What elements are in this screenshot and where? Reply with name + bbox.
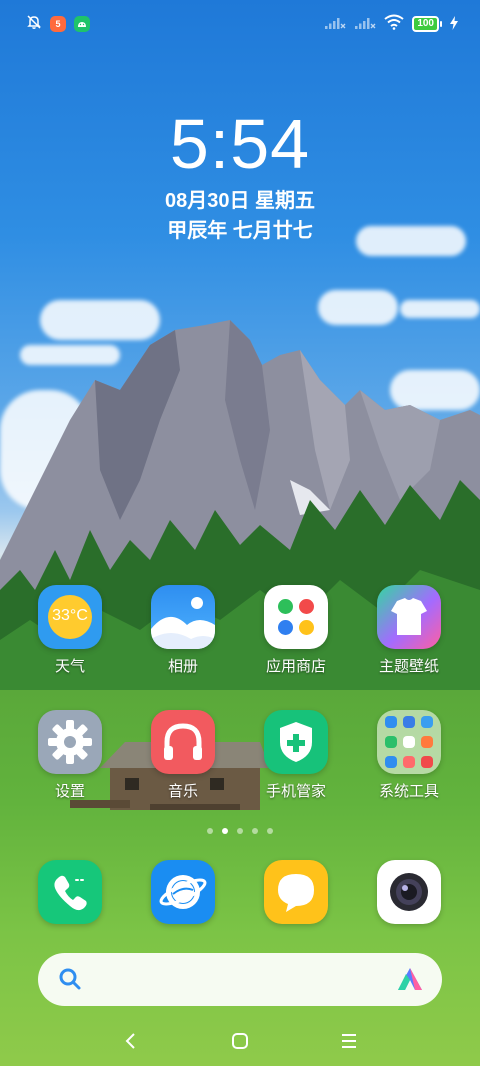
phone-icon <box>38 860 102 924</box>
home-screen: 5 100 5:54 08月30日 星期五 甲辰年 七月廿七 33°C 天气 相… <box>0 0 480 1066</box>
browser-icon <box>151 860 215 924</box>
page-indicator <box>0 828 480 834</box>
page-dot[interactable] <box>252 828 258 834</box>
app-folder-system-tools[interactable]: 系统工具 <box>354 710 464 801</box>
navigation-bar <box>0 1016 480 1066</box>
dock-browser[interactable] <box>128 860 238 924</box>
menu-icon[interactable] <box>334 1026 364 1056</box>
security-icon <box>264 710 328 774</box>
app-security[interactable]: 手机管家 <box>241 710 351 801</box>
app-app-store[interactable]: 应用商店 <box>241 585 351 676</box>
search-bar[interactable] <box>38 953 442 1006</box>
camera-icon <box>377 860 441 924</box>
page-dot[interactable] <box>237 828 243 834</box>
app-label: 系统工具 <box>378 782 439 800</box>
app-store-icon <box>264 585 328 649</box>
dock-phone[interactable] <box>15 860 125 924</box>
app-settings[interactable]: 设置 <box>15 710 125 801</box>
status-bar: 5 100 <box>0 0 480 50</box>
themes-icon <box>377 585 441 649</box>
app-label: 音乐 <box>167 782 198 800</box>
app-label: 设置 <box>54 782 85 800</box>
gallery-icon <box>151 585 215 649</box>
signal-icon <box>354 15 376 34</box>
clock-time[interactable]: 5:54 <box>0 104 480 184</box>
clock-lunar-date[interactable]: 甲辰年 七月廿七 <box>0 214 480 243</box>
weather-icon: 33°C <box>38 585 102 649</box>
app-notification-icon: 5 <box>50 16 66 32</box>
android-icon <box>74 16 90 32</box>
app-music[interactable]: 音乐 <box>128 710 238 801</box>
app-label: 主题壁纸 <box>378 657 439 675</box>
app-label: 天气 <box>54 657 85 675</box>
dock-messages[interactable] <box>241 860 351 924</box>
bell-off-icon <box>26 14 42 34</box>
page-dot-active[interactable] <box>222 828 228 834</box>
app-themes[interactable]: 主题壁纸 <box>354 585 464 676</box>
app-gallery[interactable]: 相册 <box>128 585 238 676</box>
music-icon <box>151 710 215 774</box>
messages-icon <box>264 860 328 924</box>
weather-temp: 33°C <box>52 607 88 624</box>
assistant-icon[interactable] <box>396 966 424 996</box>
settings-icon <box>38 710 102 774</box>
home-icon[interactable] <box>225 1026 255 1056</box>
app-label: 相册 <box>167 657 198 675</box>
charging-icon <box>450 15 458 34</box>
clock-date[interactable]: 08月30日 星期五 <box>0 184 480 213</box>
app-label: 应用商店 <box>265 657 326 675</box>
battery-level: 100 <box>412 16 439 32</box>
dock-camera[interactable] <box>354 860 464 924</box>
app-weather[interactable]: 33°C 天气 <box>15 585 125 676</box>
back-icon[interactable] <box>116 1026 146 1056</box>
search-icon[interactable] <box>58 967 82 995</box>
battery-icon: 100 <box>412 16 442 32</box>
page-dot[interactable] <box>267 828 273 834</box>
wifi-icon <box>384 14 404 34</box>
page-dot[interactable] <box>207 828 213 834</box>
signal-icon <box>324 15 346 34</box>
app-label: 手机管家 <box>265 782 326 800</box>
folder-icon <box>377 710 441 774</box>
